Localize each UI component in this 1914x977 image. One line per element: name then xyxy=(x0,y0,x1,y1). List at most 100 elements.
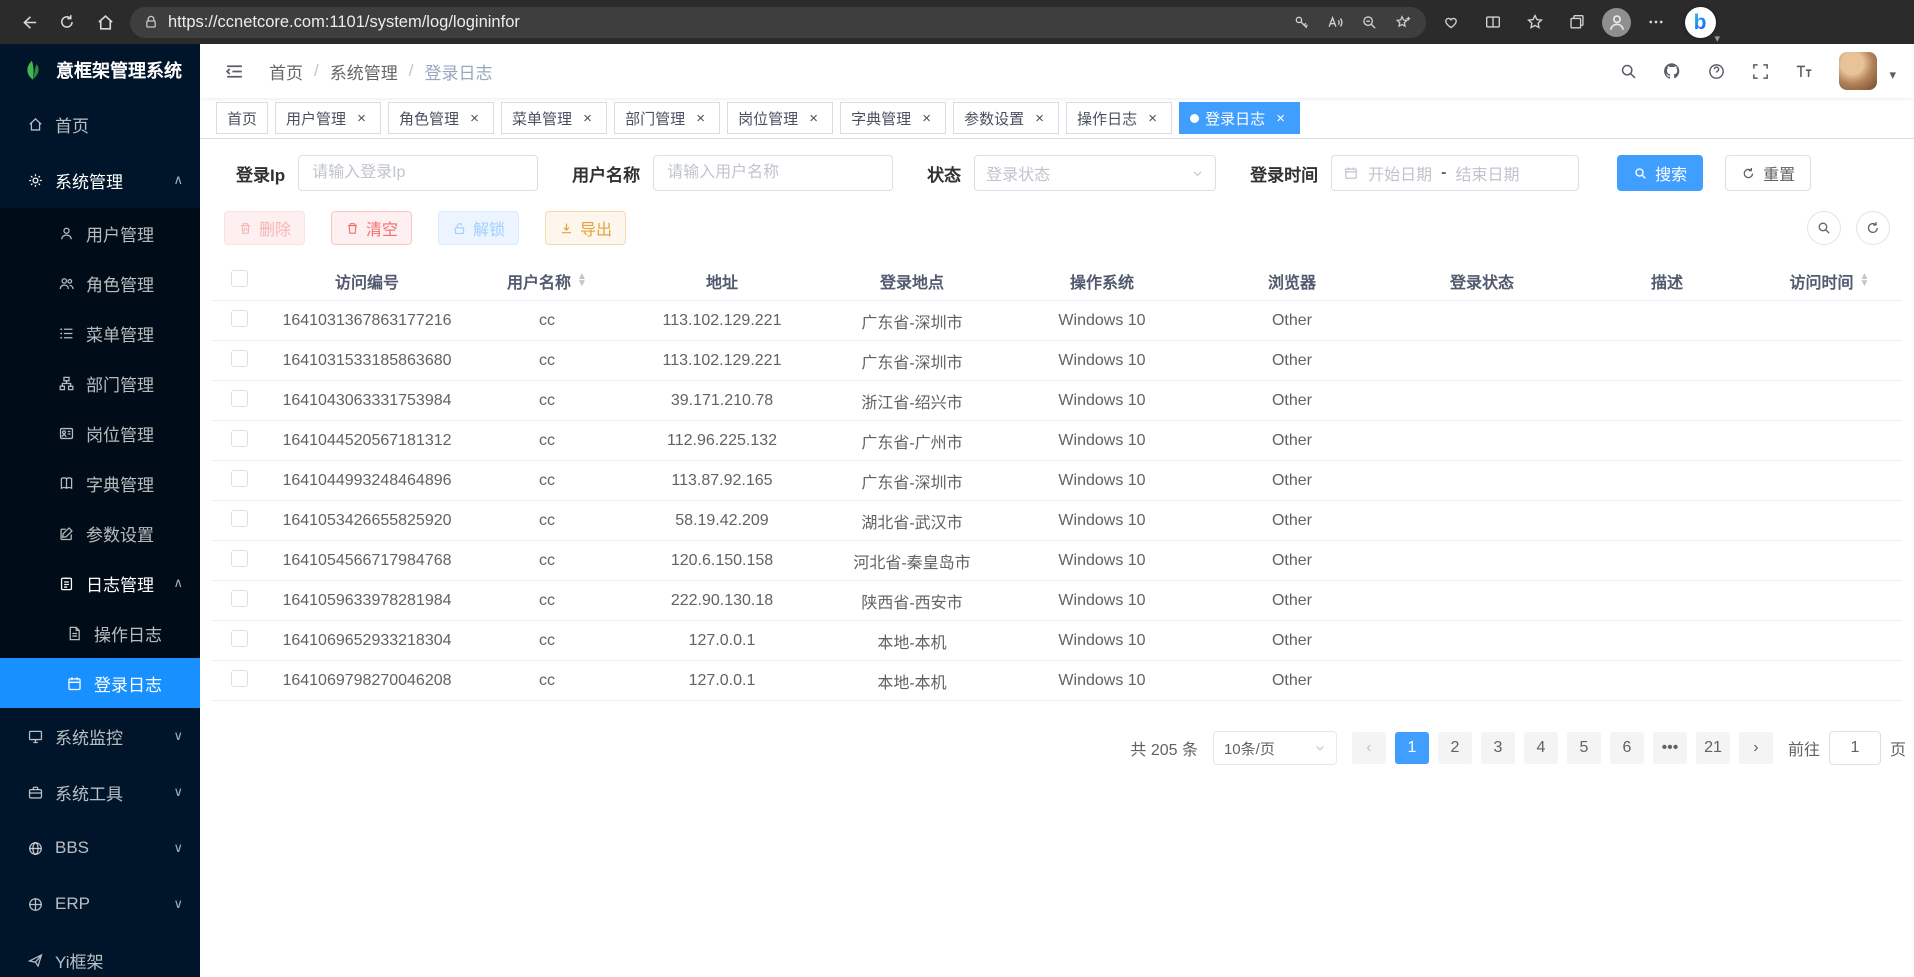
sidebar-item-log-management[interactable]: 日志管理 ∧ xyxy=(0,558,200,608)
close-icon[interactable]: × xyxy=(579,110,596,127)
sidebar-item-user-management[interactable]: 用户管理 xyxy=(0,208,200,258)
sidebar-item-bbs[interactable]: BBS ∨ xyxy=(0,820,200,876)
close-icon[interactable]: × xyxy=(692,110,709,127)
row-checkbox[interactable] xyxy=(231,390,248,407)
close-icon[interactable]: × xyxy=(466,110,483,127)
fullscreen-button[interactable] xyxy=(1743,51,1777,91)
sidebar-item-role-management[interactable]: 角色管理 xyxy=(0,258,200,308)
login-ip-input[interactable] xyxy=(298,155,538,191)
status-select[interactable]: 登录状态 xyxy=(974,155,1216,191)
sidebar-item-system-tools[interactable]: 系统工具 ∨ xyxy=(0,764,200,820)
login-time-range-picker[interactable]: 开始日期 - 结束日期 xyxy=(1331,155,1579,191)
prev-page-button[interactable]: ‹ xyxy=(1352,732,1386,764)
browser-back-button[interactable] xyxy=(10,4,48,40)
sidebar-item-system-monitor[interactable]: 系统监控 ∨ xyxy=(0,708,200,764)
tab[interactable]: 岗位管理 × xyxy=(727,102,833,134)
row-checkbox[interactable] xyxy=(231,430,248,447)
tab[interactable]: 登录日志 × xyxy=(1179,102,1300,134)
font-size-button[interactable] xyxy=(1787,51,1821,91)
sort-carets[interactable]: ▲▼ xyxy=(1860,274,1870,286)
row-checkbox[interactable] xyxy=(231,310,248,327)
row-checkbox[interactable] xyxy=(231,670,248,687)
browser-refresh-button[interactable] xyxy=(48,4,86,40)
page-button[interactable]: 5 xyxy=(1567,732,1601,764)
tab[interactable]: 部门管理 × xyxy=(614,102,720,134)
sidebar-item-dept-management[interactable]: 部门管理 xyxy=(0,358,200,408)
row-checkbox[interactable] xyxy=(231,350,248,367)
sidebar-item-param-settings[interactable]: 参数设置 xyxy=(0,508,200,558)
header-search-button[interactable] xyxy=(1611,51,1645,91)
unlock-button[interactable]: 解锁 xyxy=(438,211,519,245)
select-all-checkbox[interactable] xyxy=(231,270,248,287)
tab[interactable]: 用户管理 × xyxy=(275,102,381,134)
read-aloud-button[interactable] xyxy=(1318,9,1352,36)
username-input[interactable] xyxy=(653,155,893,191)
address-bar[interactable]: https://ccnetcore.com:1101/system/log/lo… xyxy=(130,7,1426,38)
tab[interactable]: 字典管理 × xyxy=(840,102,946,134)
github-link-button[interactable] xyxy=(1655,51,1689,91)
sidebar-item-dict-management[interactable]: 字典管理 xyxy=(0,458,200,508)
row-checkbox[interactable] xyxy=(231,630,248,647)
page-button[interactable]: 1 xyxy=(1395,732,1429,764)
page-size-select[interactable]: 10条/页 xyxy=(1213,731,1337,765)
tab[interactable]: 菜单管理 × xyxy=(501,102,607,134)
close-icon[interactable]: × xyxy=(918,110,935,127)
tab[interactable]: 首页 × xyxy=(216,102,268,134)
row-checkbox[interactable] xyxy=(231,510,248,527)
next-page-button[interactable]: › xyxy=(1739,732,1773,764)
close-icon[interactable]: × xyxy=(1144,110,1161,127)
page-button[interactable]: 2 xyxy=(1438,732,1472,764)
close-icon[interactable]: × xyxy=(1272,110,1289,127)
page-button[interactable]: 6 xyxy=(1610,732,1644,764)
export-button[interactable]: 导出 xyxy=(545,211,626,245)
col-username[interactable]: 用户名称 ▲▼ xyxy=(467,269,627,293)
close-icon[interactable]: × xyxy=(1031,110,1048,127)
sidebar-item-login-log[interactable]: 登录日志 xyxy=(0,658,200,708)
close-icon[interactable]: × xyxy=(805,110,822,127)
sidebar-item-operation-log[interactable]: 操作日志 xyxy=(0,608,200,658)
sidebar-item-home[interactable]: 首页 xyxy=(0,96,200,152)
toggle-search-button[interactable] xyxy=(1807,211,1841,245)
goto-page-input[interactable] xyxy=(1829,731,1881,765)
sidebar-toggle[interactable] xyxy=(214,53,255,90)
tab[interactable]: 操作日志 × xyxy=(1066,102,1172,134)
row-checkbox[interactable] xyxy=(231,550,248,567)
clear-button[interactable]: 清空 xyxy=(331,211,412,245)
page-button[interactable]: 21 xyxy=(1696,732,1730,764)
split-screen-button[interactable] xyxy=(1476,5,1510,39)
zoom-button[interactable] xyxy=(1352,9,1386,36)
sidebar-item-yi-framework[interactable]: Yi框架 xyxy=(0,932,200,977)
row-checkbox[interactable] xyxy=(231,470,248,487)
browser-essentials-button[interactable] xyxy=(1434,5,1468,39)
refresh-table-button[interactable] xyxy=(1856,211,1890,245)
help-button[interactable] xyxy=(1699,51,1733,91)
page-button[interactable]: 4 xyxy=(1524,732,1558,764)
collections-button[interactable] xyxy=(1560,5,1594,39)
favorites-button[interactable] xyxy=(1518,5,1552,39)
breadcrumb-home[interactable]: 首页 xyxy=(269,59,303,84)
row-checkbox[interactable] xyxy=(231,590,248,607)
sort-carets[interactable]: ▲▼ xyxy=(577,274,587,286)
page-button[interactable]: ••• xyxy=(1653,732,1687,764)
bing-copilot-button[interactable]: b ▾ xyxy=(1681,2,1719,42)
breadcrumb-system-management[interactable]: 系统管理 xyxy=(330,59,398,84)
delete-button[interactable]: 删除 xyxy=(224,211,305,245)
tab[interactable]: 角色管理 × xyxy=(388,102,494,134)
search-button[interactable]: 搜索 xyxy=(1617,155,1703,191)
sidebar-item-post-management[interactable]: 岗位管理 xyxy=(0,408,200,458)
tab[interactable]: 参数设置 × xyxy=(953,102,1059,134)
close-icon[interactable]: × xyxy=(353,110,370,127)
browser-profile-avatar[interactable] xyxy=(1602,8,1631,37)
add-favorite-button[interactable] xyxy=(1386,9,1420,36)
col-access-time[interactable]: 访问时间 ▲▼ xyxy=(1757,269,1902,293)
browser-settings-button[interactable] xyxy=(1639,5,1673,39)
browser-home-button[interactable] xyxy=(86,4,124,40)
sidebar-item-system-management[interactable]: 系统管理 ∧ xyxy=(0,152,200,208)
sidebar-item-erp[interactable]: ERP ∨ xyxy=(0,876,200,932)
page-button[interactable]: 3 xyxy=(1481,732,1515,764)
caret-down-icon[interactable]: ▾ xyxy=(1889,67,1896,83)
password-key-button[interactable] xyxy=(1284,9,1318,36)
sidebar-item-menu-management[interactable]: 菜单管理 xyxy=(0,308,200,358)
user-avatar[interactable] xyxy=(1839,52,1877,90)
reset-button[interactable]: 重置 xyxy=(1725,155,1811,191)
